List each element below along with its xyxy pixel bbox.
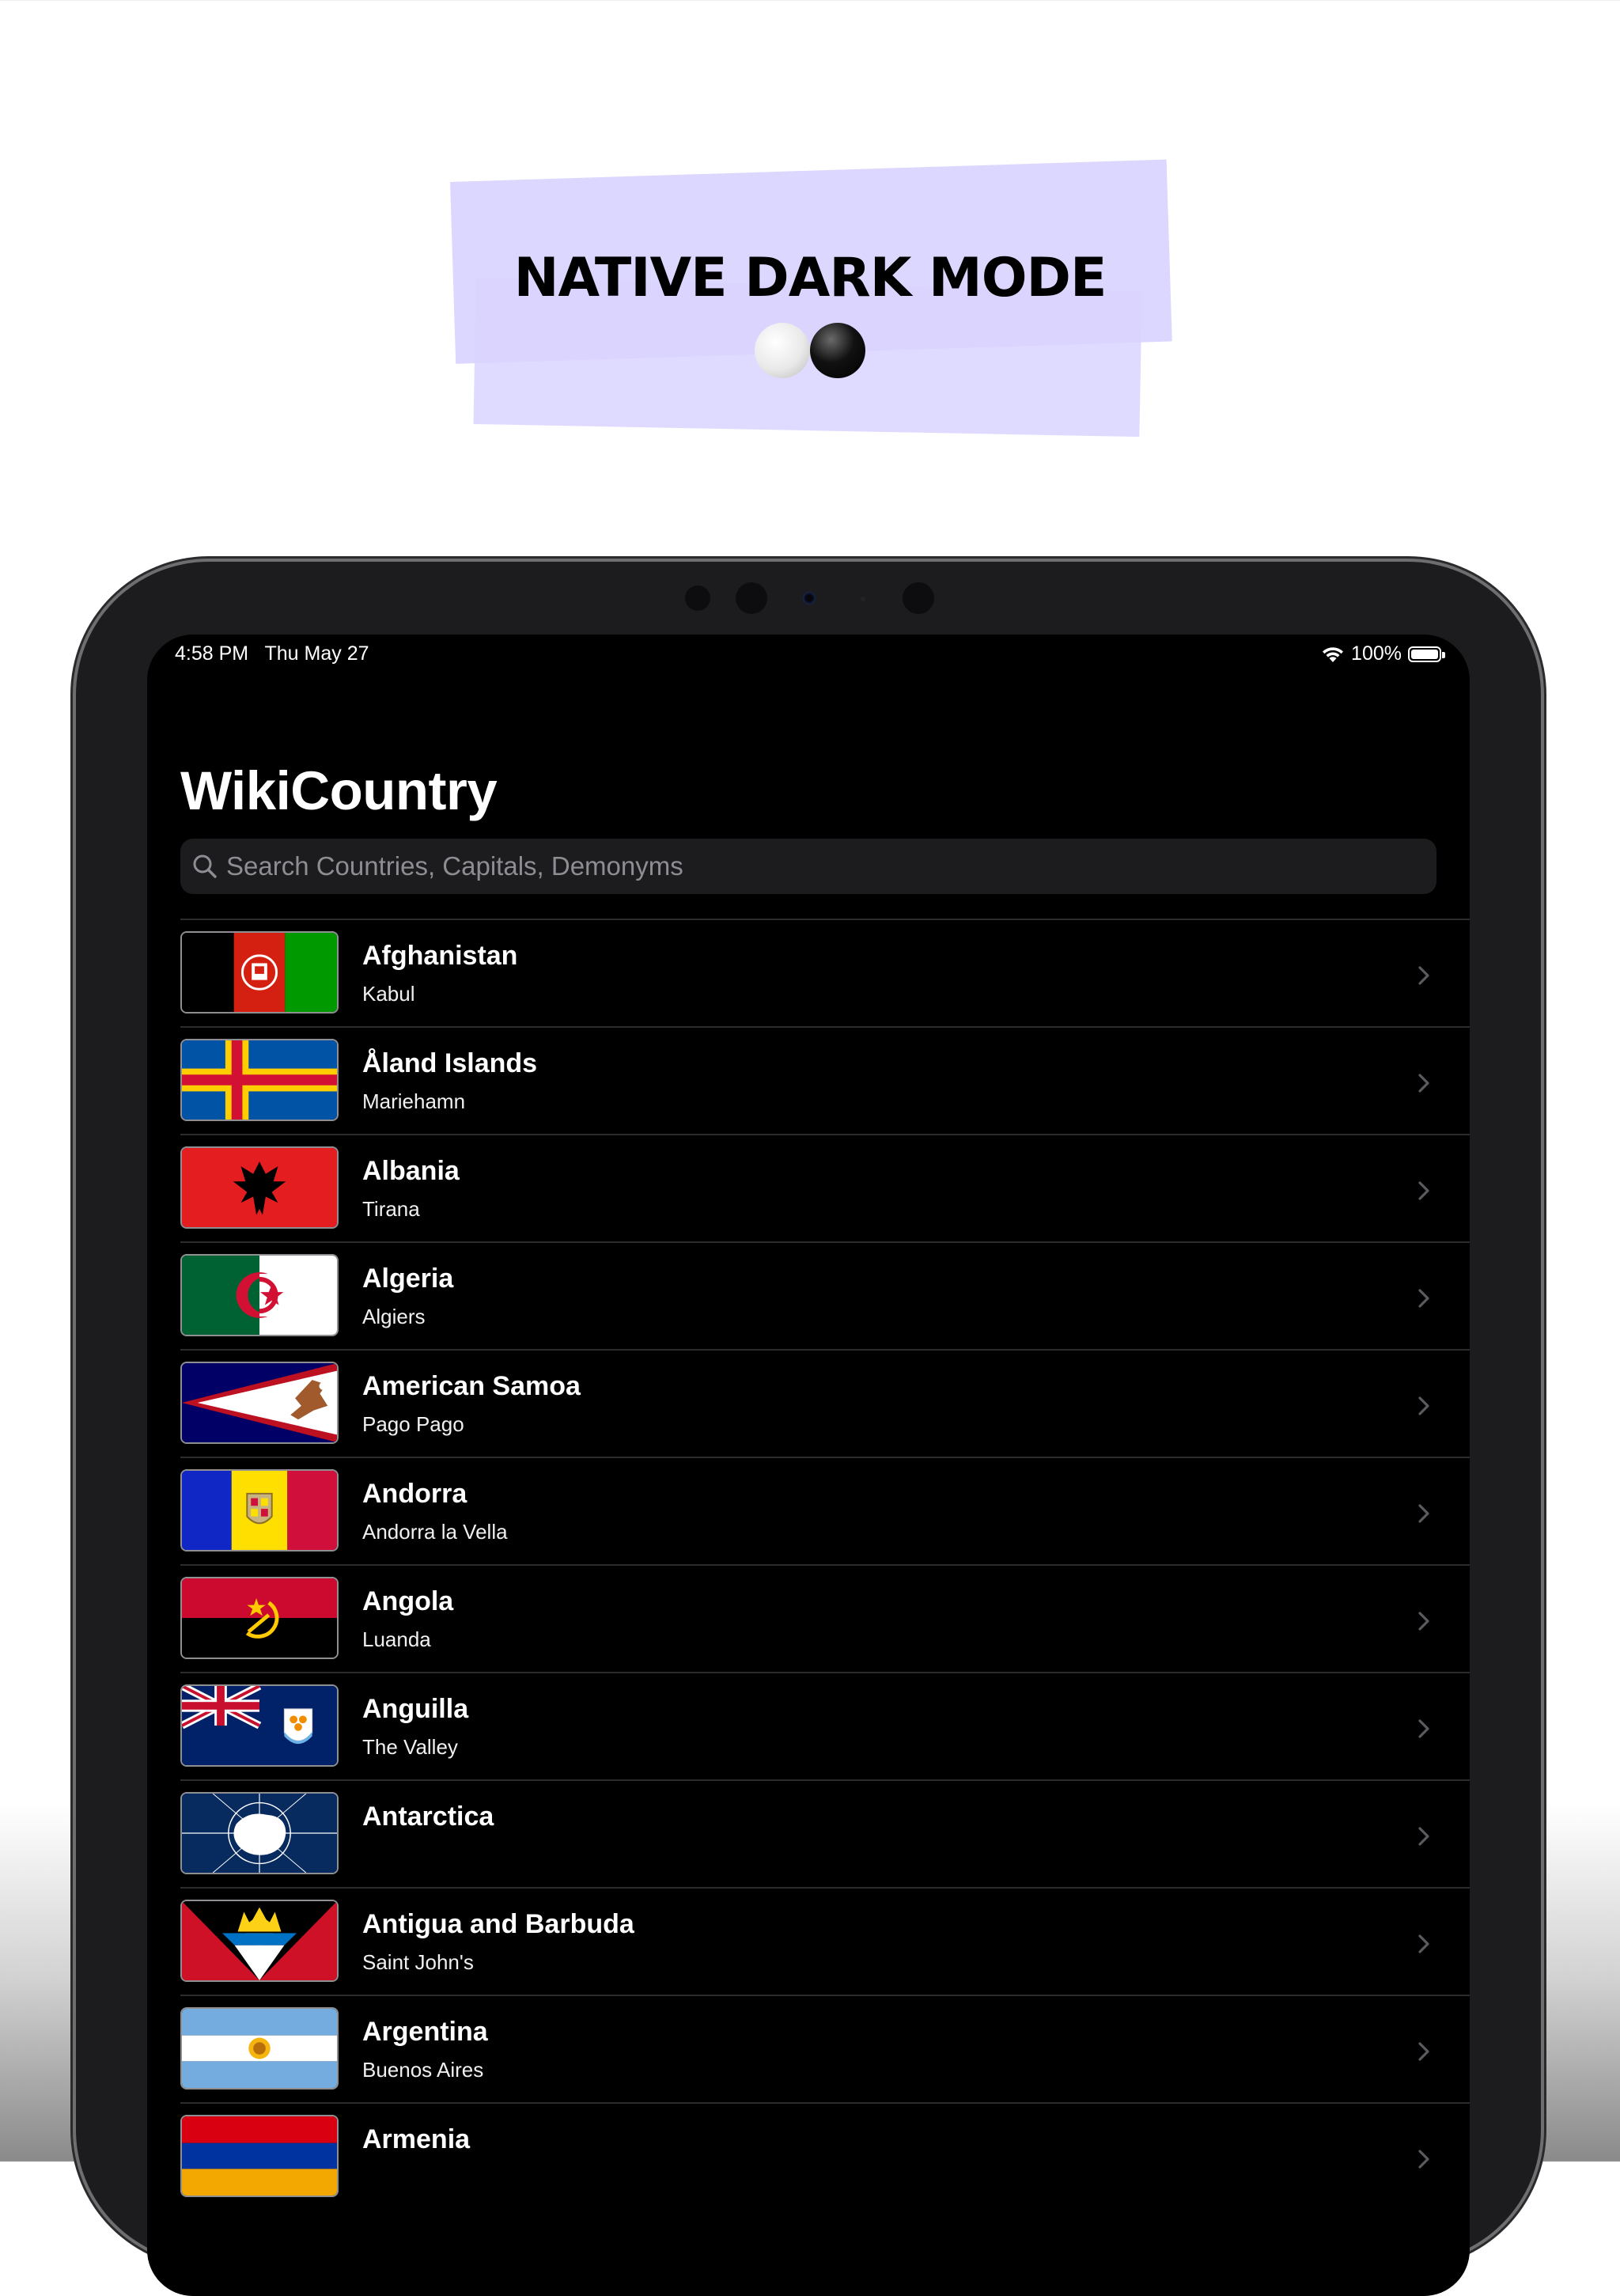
country-row-argentina[interactable]: Argentina Buenos Aires [180, 1995, 1470, 2102]
afghanistan-flag-icon [180, 931, 339, 1013]
country-capital: Tirana [362, 1197, 420, 1221]
search-bar[interactable] [180, 838, 1436, 895]
status-bar-left: 4:58 PM Thu May 27 [175, 642, 369, 665]
banner-headline: NATIVE DARK MODE [513, 247, 1107, 309]
country-name: Antarctica [362, 1802, 494, 1832]
chevron-right-icon [1418, 1289, 1429, 1308]
sensor-icon [861, 597, 865, 601]
chevron-right-icon [1418, 1074, 1429, 1093]
country-name: Antigua and Barbuda [362, 1909, 634, 1939]
chevron-right-icon [1418, 1612, 1429, 1631]
sensor-icon [736, 582, 767, 614]
country-name: Algeria [362, 1264, 454, 1294]
country-capital: Algiers [362, 1305, 426, 1328]
front-camera-icon [803, 592, 816, 604]
antigua-and-barbuda-flag-icon [180, 1900, 339, 1982]
dark-mode-dot-icon [810, 323, 865, 378]
country-name: American Samoa [362, 1371, 581, 1401]
chevron-right-icon [1418, 966, 1429, 985]
status-bar-right: 100% [1321, 642, 1445, 665]
country-name: Albania [362, 1156, 460, 1186]
country-name: Andorra [362, 1479, 467, 1509]
country-capital: Saint John's [362, 1950, 474, 1974]
country-row-aland-islands[interactable]: Åland Islands Mariehamn [180, 1026, 1470, 1134]
country-name: Afghanistan [362, 941, 518, 971]
country-row-antarctica[interactable]: Antarctica [180, 1779, 1470, 1887]
page-title: WikiCountry [180, 760, 498, 821]
aland-islands-flag-icon [180, 1039, 339, 1121]
country-row-algeria[interactable]: Algeria Algiers [180, 1241, 1470, 1349]
battery-percentage: 100% [1351, 642, 1402, 665]
angola-flag-icon [180, 1577, 339, 1659]
country-row-angola[interactable]: Angola Luanda [180, 1564, 1470, 1672]
country-capital: Pago Pago [362, 1412, 464, 1436]
argentina-flag-icon [180, 2007, 339, 2090]
sensor-icon [903, 582, 934, 614]
chevron-right-icon [1418, 1934, 1429, 1953]
andorra-flag-icon [180, 1469, 339, 1552]
country-row-antigua-and-barbuda[interactable]: Antigua and Barbuda Saint John's [180, 1887, 1470, 1995]
anguilla-flag-icon [180, 1684, 339, 1767]
country-capital: The Valley [362, 1735, 458, 1759]
country-name: Anguilla [362, 1694, 469, 1724]
country-row-albania[interactable]: Albania Tirana [180, 1134, 1470, 1241]
chevron-right-icon [1418, 1504, 1429, 1523]
status-date: Thu May 27 [264, 642, 369, 665]
wifi-icon [1323, 646, 1344, 662]
country-row-american-samoa[interactable]: American Samoa Pago Pago [180, 1349, 1470, 1457]
chevron-right-icon [1418, 2150, 1429, 2169]
search-input[interactable] [218, 838, 1436, 895]
armenia-flag-icon [180, 2115, 339, 2197]
country-row-afghanistan[interactable]: Afghanistan Kabul [180, 919, 1470, 1026]
sensor-icon [685, 585, 710, 611]
battery-icon [1408, 646, 1445, 662]
country-capital: Luanda [362, 1627, 431, 1651]
country-list: Afghanistan Kabul Åland Islands Marieham… [180, 919, 1470, 2210]
country-name: Armenia [362, 2124, 471, 2154]
country-name: Argentina [362, 2017, 488, 2047]
country-capital: Buenos Aires [362, 2058, 484, 2082]
albania-flag-icon [180, 1146, 339, 1229]
country-capital: Mariehamn [362, 1089, 466, 1113]
promo-banner: NATIVE DARK MODE [0, 0, 1620, 475]
chevron-right-icon [1418, 1719, 1429, 1738]
american-samoa-flag-icon [180, 1362, 339, 1444]
country-row-armenia[interactable]: Armenia [180, 2102, 1470, 2210]
chevron-right-icon [1418, 1396, 1429, 1415]
country-row-andorra[interactable]: Andorra Andorra la Vella [180, 1457, 1470, 1564]
country-capital: Andorra la Vella [362, 1520, 508, 1544]
search-icon [193, 854, 217, 878]
algeria-flag-icon [180, 1254, 339, 1336]
light-mode-dot-icon [755, 323, 810, 378]
status-time: 4:58 PM [175, 642, 249, 665]
chevron-right-icon [1418, 2042, 1429, 2061]
light-dark-dots-icon [755, 323, 865, 380]
country-capital: Kabul [362, 982, 415, 1006]
country-name: Åland Islands [362, 1048, 538, 1078]
chevron-right-icon [1418, 1181, 1429, 1200]
chevron-right-icon [1418, 1827, 1429, 1846]
antarctica-flag-icon [180, 1792, 339, 1874]
device-screen: 4:58 PM Thu May 27 100% WikiCountry Sear… [147, 635, 1470, 2296]
country-row-anguilla[interactable]: Anguilla The Valley [180, 1672, 1470, 1779]
country-name: Angola [362, 1586, 454, 1616]
